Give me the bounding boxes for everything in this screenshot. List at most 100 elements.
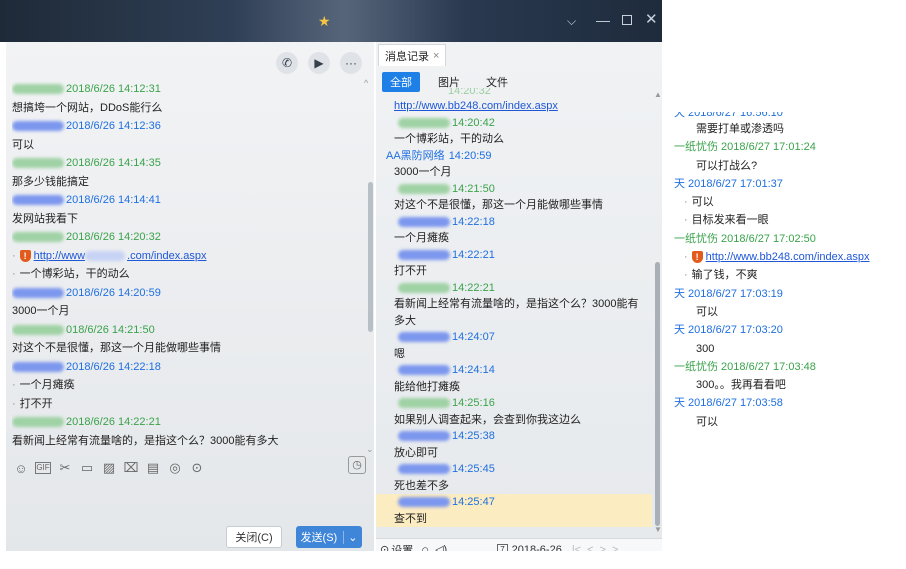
message-link[interactable]: http://www.bb248.com/index.aspx [394, 100, 558, 112]
message-timestamp: 018/6/26 14:21:50 [66, 323, 155, 336]
chat-message-row: 2018/6/26 14:20:59 [12, 284, 362, 303]
history-message-row: 14:22:21 [376, 280, 652, 297]
send-options-chevron-icon[interactable]: ⌄ [343, 530, 357, 544]
message-header: 一纸忧伤 2018/6/27 17:03:48 [674, 360, 816, 373]
message-timestamp: 14:24:14 [452, 364, 495, 376]
message-timestamp: 14:20:59 [448, 149, 492, 162]
history-message-row: http://www.bb248.com/index.aspx [376, 98, 652, 115]
history-scroll-down-icon[interactable]: ▼ [654, 525, 662, 534]
history-message-row: 14:25:38 [376, 428, 652, 445]
message-text: 可以 [12, 138, 34, 151]
history-message-row: 看新闻上经常有流量啥的，是指这个么？3000能有 [376, 296, 652, 313]
sender-name-blurred [12, 361, 64, 372]
right-chat-row: 一纸忧伤 2018/6/27 17:03:48 [674, 358, 902, 376]
message-timestamp: 14:22:21 [452, 248, 495, 261]
right-chat-row: 可以打战么? [678, 157, 902, 175]
smile-icon[interactable]: ☺ [10, 461, 32, 476]
scissors-icon[interactable]: ✂ [54, 460, 76, 476]
right-chat-row: 需要打单或渗透吗 [678, 120, 902, 138]
message-text: 300。。我再看看吧 [696, 379, 786, 392]
chevron-down-icon[interactable]: ⌵ [567, 14, 576, 29]
message-header: 天 2018/6/27 17:01:37 [674, 177, 783, 190]
left-scrollbar[interactable] [368, 182, 373, 332]
sender-name-blurred [398, 365, 450, 376]
chat-message-row: 2018/6/26 14:12:31 [12, 80, 362, 99]
chat-message-row: 2018/6/26 14:14:41 [12, 191, 362, 210]
close-icon[interactable]: ✕ [645, 10, 658, 28]
scroll-down-icon[interactable]: ⌄ [366, 444, 374, 455]
message-timestamp: 2018/6/26 14:12:36 [66, 120, 161, 132]
more-options-icon[interactable]: ··· [340, 52, 362, 74]
message-text: 一个博彩站，干的动么 [12, 268, 130, 280]
sender-name-blurred [398, 332, 450, 343]
message-text: 可以 [684, 196, 714, 208]
more-icon[interactable]: ⊙ [186, 460, 208, 476]
star-icon: ★ [318, 13, 331, 29]
folder-icon[interactable]: ▭ [76, 460, 98, 476]
message-text: 死也差不多 [394, 479, 449, 492]
message-timestamp: 2018/6/26 14:20:59 [66, 286, 161, 299]
history-message-row: 查不到 [376, 510, 652, 527]
sender-name-blurred [12, 324, 64, 335]
chat-message-row: ·! http://www .com/index.aspx [12, 247, 362, 266]
maximize-icon[interactable] [622, 15, 632, 25]
message-text: 放心即可 [394, 446, 438, 459]
message-text: 打不开 [394, 265, 427, 277]
history-clock-icon[interactable]: ◷ [348, 456, 366, 474]
warning-shield-icon: ! [691, 251, 703, 264]
message-header: 天 2018/6/27 17:03:20 [674, 324, 783, 337]
history-message-row: 打不开 [376, 263, 652, 280]
close-button[interactable]: 关闭(C) [226, 526, 282, 548]
right-chat-messages: 天 2018/6/27 16:56:10 需要打单或渗透吗 一纸忧伤 2018/6/… [674, 112, 902, 431]
sender-name-blurred [12, 195, 64, 206]
message-text: 一个月瘫痪 [12, 379, 75, 391]
send-button[interactable]: 发送(S) ⌄ [296, 526, 362, 548]
scroll-up-icon[interactable]: ^ [364, 78, 368, 88]
shake-icon[interactable]: ⌧ [120, 460, 142, 476]
history-scrollbar[interactable] [655, 262, 660, 526]
screenshot-stage: 天 2018/6/27 16:56:10 需要打单或渗透吗 一纸忧伤 2018/6/… [0, 0, 906, 569]
chat-message-row: 2018/6/26 14:22:18 [12, 358, 362, 377]
minimize-icon[interactable]: — [596, 12, 610, 28]
message-timestamp: 14:24:07 [452, 331, 495, 343]
message-timestamp: 2018/6/26 14:14:35 [66, 157, 161, 169]
message-header: 一纸忧伤 2018/6/27 17:01:24 [674, 141, 816, 154]
right-chat-row: 天 2018/6/27 17:01:37 [674, 175, 902, 193]
message-link[interactable]: http://www.bb248.com/index.aspx [706, 251, 870, 263]
input-toolbar: ☺ GIF ✂ ▭ ▨ ⌧ ▤ ◎ ⊙ [10, 458, 370, 478]
message-link[interactable]: http://www .com/index.aspx [34, 250, 207, 262]
message-text: 嗯 [394, 347, 405, 360]
sender-name-blurred [12, 232, 64, 243]
dice-icon[interactable]: ◎ [164, 460, 186, 476]
chat-message-row: 3000一个月 [12, 302, 362, 321]
link-prefix[interactable]: http://www [34, 250, 85, 262]
history-message-row: 一个博彩站，干的动么 [376, 131, 652, 148]
message-text: 3000一个月 [394, 166, 452, 178]
history-message-row: 嗯 [376, 346, 652, 363]
video-icon[interactable]: ▶ [308, 52, 330, 74]
history-message-row: 如果别人调查起来，会查到你我这边么 [376, 412, 652, 429]
phone-icon[interactable]: ✆ [276, 52, 298, 74]
history-tab[interactable]: 消息记录 × [378, 44, 447, 66]
sender-name-blurred [398, 216, 450, 227]
bullet-dot: · [12, 249, 16, 262]
message-header: 天 2018/6/27 17:03:58 [674, 397, 783, 410]
chat-message-row: 那多少钱能搞定 [12, 173, 362, 192]
chat-message-row: 一个博彩站，干的动么 [12, 265, 362, 284]
history-message-row: AA黑防网络 14:20:59 [376, 148, 652, 165]
doc-icon[interactable]: ▤ [142, 460, 164, 476]
right-chat-row: 一纸忧伤 2018/6/27 17:02:50 [674, 230, 902, 248]
chat-message-row: 发网站我看下 [12, 210, 362, 229]
history-scroll-up-icon[interactable]: ▲ [654, 90, 662, 99]
tab-close-icon[interactable]: × [433, 50, 439, 62]
sender-name-blurred [12, 121, 64, 132]
gif-icon[interactable]: GIF [35, 462, 51, 474]
chat-message-row: 打不开 [12, 395, 362, 414]
image-icon[interactable]: ▨ [98, 460, 120, 476]
message-text: 需要打单或渗透吗 [696, 123, 784, 135]
message-timestamp: 2018/6/26 14:12:31 [66, 83, 161, 95]
link-suffix[interactable]: .com/index.aspx [127, 250, 206, 262]
sender-name-blurred [398, 117, 450, 128]
message-text: 多大 [394, 314, 416, 327]
message-text: 看新闻上经常有流量啥的，是指这个么？3000能有多大 [12, 434, 279, 447]
